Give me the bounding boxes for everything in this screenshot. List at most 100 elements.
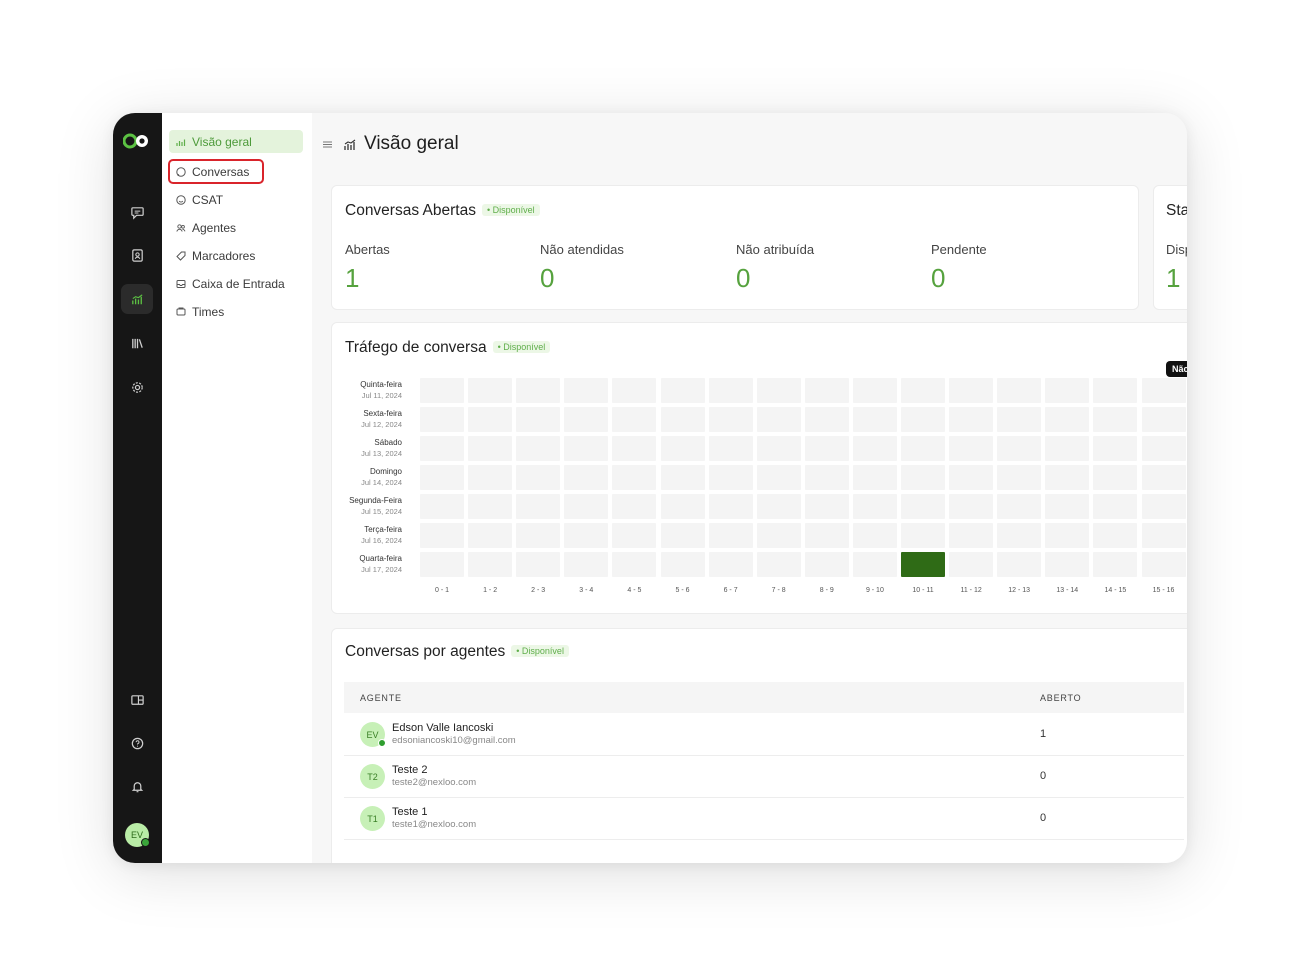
heatmap-cell[interactable]: [949, 378, 994, 403]
heatmap-cell[interactable]: [901, 465, 945, 490]
heatmap-cell[interactable]: [804, 494, 849, 519]
heatmap-cell[interactable]: [1141, 552, 1186, 577]
heatmap-cell[interactable]: [564, 465, 609, 490]
heatmap-cell[interactable]: [612, 552, 657, 577]
heatmap-cell[interactable]: [612, 407, 657, 432]
sidebar-item-visao-geral[interactable]: Visão geral: [169, 130, 303, 153]
heatmap-cell[interactable]: [756, 552, 801, 577]
heatmap-cell[interactable]: [1045, 552, 1090, 577]
rail-contacts-button[interactable]: [121, 240, 153, 270]
heatmap-cell[interactable]: [901, 407, 945, 432]
heatmap-cell[interactable]: [420, 465, 464, 490]
heatmap-cell[interactable]: [1093, 523, 1138, 548]
heatmap-cell[interactable]: [901, 494, 945, 519]
heatmap-cell[interactable]: [901, 378, 945, 403]
heatmap-cell[interactable]: [708, 523, 753, 548]
heatmap-cell[interactable]: [708, 436, 753, 461]
table-row[interactable]: T1 Teste 1 teste1@nexloo.com 0: [344, 797, 1184, 840]
heatmap-cell[interactable]: [804, 407, 849, 432]
sidebar-item-csat[interactable]: CSAT: [169, 188, 303, 211]
heatmap-cell[interactable]: [756, 436, 801, 461]
heatmap-cell[interactable]: [804, 552, 849, 577]
heatmap-cell[interactable]: [997, 552, 1042, 577]
heatmap-cell[interactable]: [901, 552, 945, 577]
heatmap-cell[interactable]: [852, 523, 897, 548]
sidebar-item-times[interactable]: Times: [169, 300, 303, 323]
heatmap-cell[interactable]: [564, 436, 609, 461]
heatmap-cell[interactable]: [660, 407, 705, 432]
rail-conversations-button[interactable]: [121, 197, 153, 227]
sidebar-item-conversas[interactable]: Conversas: [168, 159, 264, 184]
heatmap-cell[interactable]: [660, 552, 705, 577]
heatmap-cell[interactable]: [516, 523, 561, 548]
rail-settings-button[interactable]: [121, 372, 153, 402]
heatmap-cell[interactable]: [949, 436, 994, 461]
heatmap-cell[interactable]: [1141, 465, 1186, 490]
heatmap-cell[interactable]: [660, 465, 705, 490]
rail-library-button[interactable]: [121, 328, 153, 358]
heatmap-cell[interactable]: [997, 465, 1042, 490]
heatmap-cell[interactable]: [1093, 436, 1138, 461]
heatmap-cell[interactable]: [1045, 378, 1090, 403]
heatmap-cell[interactable]: [852, 465, 897, 490]
heatmap-cell[interactable]: [949, 407, 994, 432]
heatmap-cell[interactable]: [420, 552, 464, 577]
heatmap-cell[interactable]: [756, 523, 801, 548]
heatmap-cell[interactable]: [516, 407, 561, 432]
heatmap-cell[interactable]: [997, 523, 1042, 548]
heatmap-cell[interactable]: [804, 465, 849, 490]
heatmap-cell[interactable]: [468, 378, 513, 403]
heatmap-cell[interactable]: [756, 494, 801, 519]
heatmap-cell[interactable]: [756, 378, 801, 403]
rail-help-button[interactable]: [121, 728, 153, 758]
heatmap-cell[interactable]: [660, 378, 705, 403]
heatmap-cell[interactable]: [612, 436, 657, 461]
heatmap-cell[interactable]: [1093, 494, 1138, 519]
heatmap-cell[interactable]: [708, 407, 753, 432]
heatmap-cell[interactable]: [612, 494, 657, 519]
heatmap-cell[interactable]: [612, 523, 657, 548]
heatmap-cell[interactable]: [708, 378, 753, 403]
sidebar-item-caixa-de-entrada[interactable]: Caixa de Entrada: [169, 272, 303, 295]
heatmap-cell[interactable]: [660, 436, 705, 461]
heatmap-cell[interactable]: [1141, 436, 1186, 461]
heatmap-cell[interactable]: [660, 523, 705, 548]
heatmap-cell[interactable]: [468, 494, 513, 519]
heatmap-cell[interactable]: [468, 523, 513, 548]
heatmap-cell[interactable]: [1141, 407, 1186, 432]
heatmap-cell[interactable]: [901, 523, 945, 548]
heatmap-cell[interactable]: [1141, 378, 1186, 403]
heatmap-cell[interactable]: [516, 436, 561, 461]
heatmap-cell[interactable]: [1045, 523, 1090, 548]
heatmap-cell[interactable]: [949, 465, 994, 490]
heatmap-cell[interactable]: [516, 378, 561, 403]
heatmap-cell[interactable]: [852, 552, 897, 577]
heatmap-cell[interactable]: [420, 523, 464, 548]
heatmap-cell[interactable]: [564, 523, 609, 548]
heatmap-cell[interactable]: [420, 494, 464, 519]
heatmap-cell[interactable]: [420, 378, 464, 403]
heatmap-cell[interactable]: [804, 378, 849, 403]
avatar[interactable]: EV: [125, 823, 150, 847]
heatmap-cell[interactable]: [516, 465, 561, 490]
heatmap-cell[interactable]: [516, 552, 561, 577]
heatmap-cell[interactable]: [1093, 552, 1138, 577]
heatmap-cell[interactable]: [949, 523, 994, 548]
menu-icon[interactable]: [322, 139, 333, 150]
heatmap-cell[interactable]: [468, 552, 513, 577]
heatmap-cell[interactable]: [708, 494, 753, 519]
heatmap-cell[interactable]: [997, 378, 1042, 403]
heatmap-cell[interactable]: [612, 378, 657, 403]
heatmap-cell[interactable]: [1045, 494, 1090, 519]
heatmap-cell[interactable]: [997, 436, 1042, 461]
heatmap-cell[interactable]: [804, 523, 849, 548]
heatmap-cell[interactable]: [997, 494, 1042, 519]
heatmap-cell[interactable]: [708, 552, 753, 577]
heatmap-cell[interactable]: [420, 407, 464, 432]
heatmap-cell[interactable]: [708, 465, 753, 490]
table-row[interactable]: EV Edson Valle Iancoski edsoniancoski10@…: [344, 713, 1184, 756]
heatmap-cell[interactable]: [1093, 465, 1138, 490]
heatmap-cell[interactable]: [804, 436, 849, 461]
sidebar-item-marcadores[interactable]: Marcadores: [169, 244, 303, 267]
heatmap-cell[interactable]: [852, 378, 897, 403]
